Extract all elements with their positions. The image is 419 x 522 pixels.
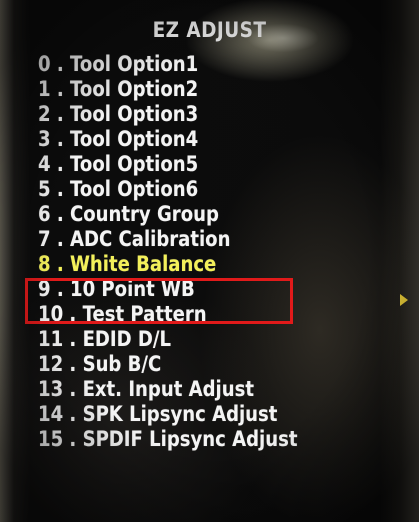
- menu-item-tool-option3[interactable]: 2 . Tool Option3: [38, 102, 297, 127]
- selection-highlight-box: [25, 278, 293, 324]
- menu-item-tool-option5[interactable]: 4 . Tool Option5: [38, 152, 297, 177]
- menu-item-spdif-lipsync-adjust[interactable]: 15 . SPDIF Lipsync Adjust: [38, 427, 297, 452]
- menu-item-tool-option1[interactable]: 0 . Tool Option1: [38, 52, 297, 77]
- menu-item-tool-option4[interactable]: 3 . Tool Option4: [38, 127, 297, 152]
- menu-list: 0 . Tool Option1 1 . Tool Option2 2 . To…: [38, 52, 340, 452]
- menu-item-tool-option6[interactable]: 5 . Tool Option6: [38, 177, 297, 202]
- menu-item-edid-dl[interactable]: 11 . EDID D/L: [38, 327, 297, 352]
- arrow-right-icon[interactable]: [400, 294, 408, 306]
- menu-item-adc-calibration[interactable]: 7 . ADC Calibration: [38, 227, 297, 252]
- menu-item-sub-bc[interactable]: 12 . Sub B/C: [38, 352, 297, 377]
- menu-item-white-balance[interactable]: 8 . White Balance: [38, 252, 297, 277]
- menu-item-country-group[interactable]: 6 . Country Group: [38, 202, 297, 227]
- menu-title: EZ ADJUST: [152, 18, 267, 42]
- menu-item-ext-input-adjust[interactable]: 13 . Ext. Input Adjust: [38, 377, 297, 402]
- menu-item-tool-option2[interactable]: 1 . Tool Option2: [38, 77, 297, 102]
- tv-service-menu-screen: EZ ADJUST 0 . Tool Option1 1 . Tool Opti…: [0, 0, 419, 522]
- menu-item-spk-lipsync-adjust[interactable]: 14 . SPK Lipsync Adjust: [38, 402, 297, 427]
